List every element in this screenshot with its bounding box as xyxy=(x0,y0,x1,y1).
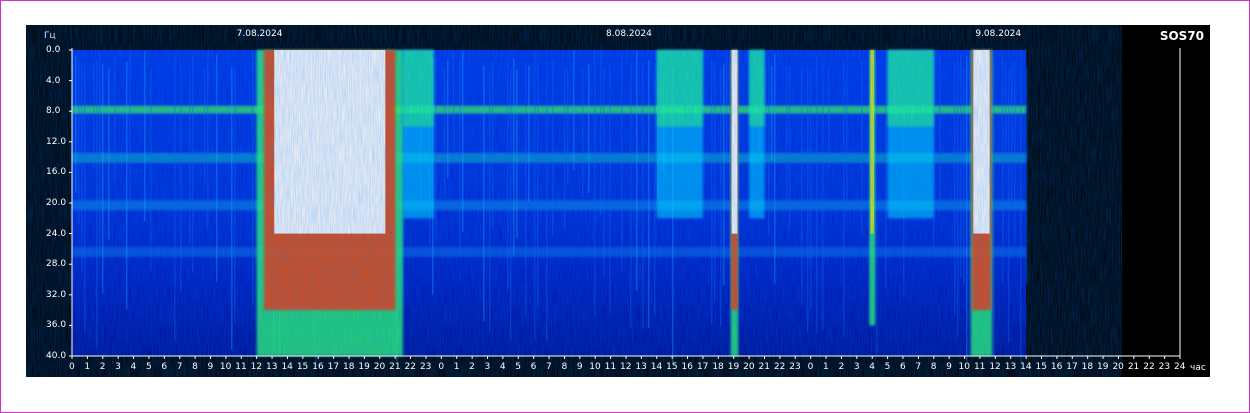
x-tick-label: 4 xyxy=(130,362,137,372)
y-tick-label: 8.0 xyxy=(46,106,61,117)
x-tick-label: 0 xyxy=(69,362,75,372)
x-tick-label: 1 xyxy=(453,362,460,372)
x-tick-label: 15 xyxy=(296,362,309,372)
y-tick-label: 4.0 xyxy=(46,75,61,86)
noise-texture xyxy=(72,50,1027,356)
x-tick-label: 5 xyxy=(145,362,152,372)
x-tick-label: 11 xyxy=(973,362,986,372)
spectrogram-panel: SOS70 Гц час 0.0 4.0 8.0 12.0 16.0 20.0 24.0 28… xyxy=(26,25,1210,377)
y-tick-label: 20.0 xyxy=(46,198,67,208)
x-tick-label: 19 xyxy=(727,362,740,372)
y-tick-label: 36.0 xyxy=(46,320,67,331)
x-tick-label: 15 xyxy=(666,362,678,372)
y-tick-label: 28.0 xyxy=(46,259,67,270)
x-tick-label: 14 xyxy=(1020,362,1032,372)
x-tick-label: 2 xyxy=(838,362,845,372)
x-tick-label: 18 xyxy=(712,362,724,372)
x-tick-label: 11 xyxy=(235,362,247,372)
x-tick-label: 6 xyxy=(900,362,906,372)
x-tick-label: 10 xyxy=(589,362,601,372)
x-tick-label: 21 xyxy=(389,362,401,372)
x-tick-label: 10 xyxy=(219,362,232,372)
x-tick-label: 3 xyxy=(484,362,491,372)
x-tick-label: 4 xyxy=(499,362,506,372)
x-tick-label: 20 xyxy=(1112,362,1124,372)
x-tick-label: 17 xyxy=(327,362,340,372)
x-tick-label: 23 xyxy=(419,362,432,372)
x-tick-label: 24 xyxy=(1174,362,1186,372)
x-tick-label: 21 xyxy=(758,362,770,372)
x-tick-label: 21 xyxy=(1127,362,1140,372)
x-tick-label: 16 xyxy=(681,362,693,372)
x-tick-label: 1 xyxy=(84,362,91,372)
x-tick-label: 17 xyxy=(1066,362,1078,372)
x-tick-label: 9 xyxy=(576,362,583,372)
x-tick-label: 6 xyxy=(530,362,537,372)
x-tick-label: 19 xyxy=(358,362,370,372)
x-tick-label: 16 xyxy=(1050,362,1063,372)
x-tick-label: 20 xyxy=(743,362,755,372)
x-tick-label: 23 xyxy=(1158,362,1171,372)
x-tick-label: 6 xyxy=(161,362,168,372)
x-tick-label: 23 xyxy=(789,362,801,372)
x-tick-label: 13 xyxy=(1004,362,1017,372)
x-tick-label: 20 xyxy=(373,362,386,372)
x-tick-label: 8 xyxy=(192,362,198,372)
x-tick-label: 22 xyxy=(1143,362,1155,372)
x-tick-label: 12 xyxy=(989,362,1001,372)
x-tick-label: 3 xyxy=(115,362,121,372)
x-tick-label: 5 xyxy=(884,362,891,372)
x-tick-label: 0 xyxy=(807,362,814,372)
x-tick-label: 13 xyxy=(635,362,647,372)
x-tick-label: 7 xyxy=(915,362,922,372)
y-tick-label: 32.0 xyxy=(46,289,67,300)
x-tick-label: 15 xyxy=(1035,362,1047,372)
x-tick-label: 18 xyxy=(1081,362,1094,372)
x-tick-label: 4 xyxy=(869,362,875,372)
x-tick-label: 9 xyxy=(946,362,952,372)
x-tick-label: 11 xyxy=(604,362,617,372)
x-tick-label: 7 xyxy=(176,362,183,372)
x-tick-label: 2 xyxy=(99,362,106,372)
x-tick-label: 22 xyxy=(404,362,416,372)
x-tick-label: 1 xyxy=(823,362,829,372)
x-tick-label: 9 xyxy=(207,362,214,372)
date-label: 9.08.2024 xyxy=(975,29,1022,39)
x-tick-label: 19 xyxy=(1097,362,1109,372)
date-label: 7.08.2024 xyxy=(236,29,283,39)
x-tick-label: 22 xyxy=(773,362,786,372)
x-tick-label: 13 xyxy=(266,362,278,372)
x-tick-label: 7 xyxy=(546,362,552,372)
date-label: 8.08.2024 xyxy=(606,29,652,39)
y-tick-label: 16.0 xyxy=(46,167,67,178)
x-tick-label: 10 xyxy=(958,362,970,372)
x-tick-label: 14 xyxy=(650,362,663,372)
x-tick-label: 17 xyxy=(696,362,709,372)
y-tick-label: 0.0 xyxy=(46,45,61,55)
y-tick-label: 24.0 xyxy=(46,228,67,239)
x-tick-label: 14 xyxy=(281,362,293,372)
x-tick-label: 12 xyxy=(620,362,632,372)
x-tick-label: 8 xyxy=(930,362,937,372)
x-tick-label: 18 xyxy=(343,362,355,372)
x-tick-label: 0 xyxy=(438,362,445,372)
x-tick-label: 2 xyxy=(469,362,475,372)
x-tick-label: 8 xyxy=(561,362,568,372)
spectrogram-chart xyxy=(69,48,1181,367)
x-tick-label: 3 xyxy=(853,362,860,372)
y-tick-label: 40.0 xyxy=(46,351,67,361)
x-tick-label: 5 xyxy=(515,362,521,372)
x-tick-label: 12 xyxy=(250,362,263,372)
noise-streak xyxy=(1026,68,1028,283)
x-tick-label: 16 xyxy=(312,362,324,372)
y-tick-label: 12.0 xyxy=(46,136,67,147)
